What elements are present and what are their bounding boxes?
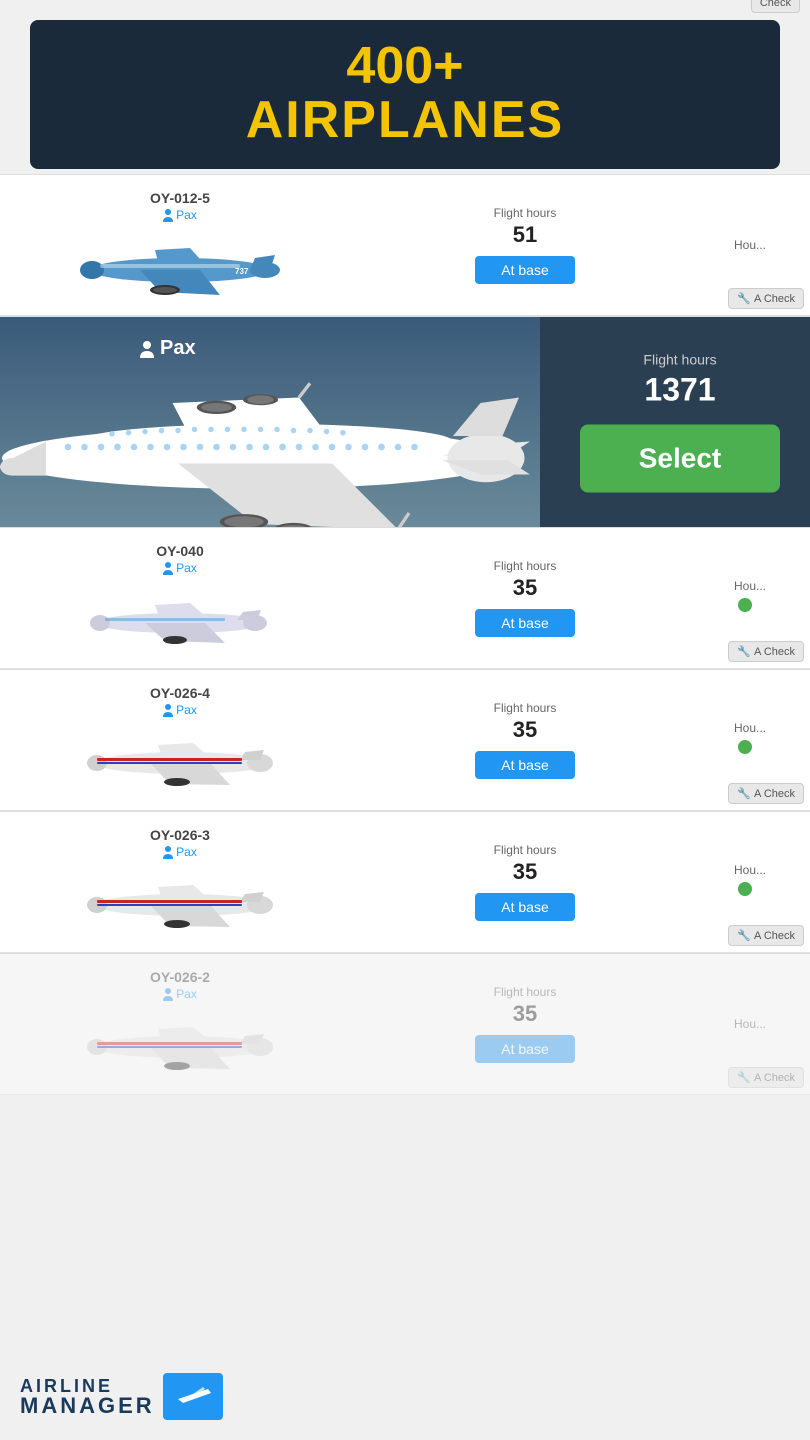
plane-image-2 xyxy=(70,583,290,653)
plane-left-2: OY-040 Pax xyxy=(10,543,350,653)
expanded-right-panel: Flight hours 1371 Select xyxy=(580,352,780,493)
plane-center-1: Flight hours 51 At base xyxy=(350,206,700,284)
flight-hours-value-2: 35 xyxy=(513,575,537,601)
a-check-2[interactable]: 🔧 A Check xyxy=(728,641,804,662)
plane-image-5 xyxy=(70,1009,290,1079)
plane-id-4: OY-026-3 xyxy=(150,827,210,843)
plane-center-3: Flight hours 35 At base xyxy=(350,701,700,779)
plane-center-5: Flight hours 35 At base xyxy=(350,985,700,1063)
expanded-flight-hours-label: Flight hours xyxy=(580,352,780,368)
airline-manager-logo: AIRLINE MANAGER xyxy=(20,1373,223,1420)
green-dot-2 xyxy=(738,598,752,612)
expanded-flight-hours-value: 1371 xyxy=(580,372,780,409)
plane-left-3: OY-026-4 Pax xyxy=(10,685,350,795)
plane-type-1: Pax xyxy=(163,208,197,222)
person-icon-3 xyxy=(163,703,173,717)
plane-row-4[interactable]: OY-026-3 Pax xyxy=(0,812,810,953)
person-icon-1 xyxy=(163,208,173,222)
flight-hours-label-5: Flight hours xyxy=(494,985,557,999)
expanded-plane-svg xyxy=(0,317,540,527)
banner-line1: 400+ xyxy=(60,40,750,92)
flight-hours-value-1: 51 xyxy=(513,222,537,248)
flight-hours-value-5: 35 xyxy=(513,1001,537,1027)
hours-until-5: Hou... xyxy=(700,1017,800,1031)
plane-center-2: Flight hours 35 At base xyxy=(350,559,700,637)
logo-line1: AIRLINE xyxy=(20,1377,155,1395)
green-dot-3 xyxy=(738,740,752,754)
flight-hours-label-4: Flight hours xyxy=(494,843,557,857)
plane-id-1: OY-012-5 xyxy=(150,190,210,206)
a-check-4[interactable]: 🔧 A Check xyxy=(728,925,804,946)
plane-expanded[interactable]: Pax Flight hours 1371 Select xyxy=(0,317,810,527)
a-check-1[interactable]: 🔧 A Check xyxy=(728,288,804,309)
banner: 400+ AIRPLANES xyxy=(30,20,780,169)
plane-type-2: Pax xyxy=(163,561,197,575)
flight-hours-value-4: 35 xyxy=(513,859,537,885)
plane-center-4: Flight hours 35 At base xyxy=(350,843,700,921)
flight-hours-label-1: Flight hours xyxy=(494,206,557,220)
hours-until-1: Hou... xyxy=(700,238,800,252)
plane-row-5[interactable]: OY-026-2 Pax xyxy=(0,954,810,1095)
person-icon-2 xyxy=(163,561,173,575)
svg-text:737: 737 xyxy=(235,267,249,276)
person-icon-4 xyxy=(163,845,173,859)
plane-image-1: 737 xyxy=(70,230,290,300)
plane-row-2[interactable]: OY-040 Pax xyxy=(0,528,810,669)
expanded-pax-label: Pax xyxy=(140,337,196,360)
at-base-btn-5[interactable]: At base xyxy=(475,1035,575,1063)
logo-line2: MANAGER xyxy=(20,1395,155,1417)
plane-left-4: OY-026-3 Pax xyxy=(10,827,350,937)
logo-text: AIRLINE MANAGER xyxy=(20,1377,155,1417)
flight-hours-label-3: Flight hours xyxy=(494,701,557,715)
at-base-btn-3[interactable]: At base xyxy=(475,751,575,779)
a-check-3[interactable]: 🔧 A Check xyxy=(728,783,804,804)
plane-type-3: Pax xyxy=(163,703,197,717)
logo-plane-icon xyxy=(163,1373,223,1420)
plane-type-4: Pax xyxy=(163,845,197,859)
plane-id-2: OY-040 xyxy=(156,543,203,559)
hours-until-4: Hou... xyxy=(700,863,800,901)
flight-hours-label-2: Flight hours xyxy=(494,559,557,573)
plane-row-1[interactable]: OY-012-5 Pax xyxy=(0,175,810,316)
at-base-btn-2[interactable]: At base xyxy=(475,609,575,637)
plane-row-3[interactable]: OY-026-4 Pax xyxy=(0,670,810,811)
select-button[interactable]: Select xyxy=(580,425,780,493)
plane-id-3: OY-026-4 xyxy=(150,685,210,701)
plane-id-5: OY-026-2 xyxy=(150,969,210,985)
at-base-btn-1[interactable]: At base xyxy=(475,256,575,284)
plane-image-3 xyxy=(70,725,290,795)
plane-type-5: Pax xyxy=(163,987,197,1001)
person-icon-expanded xyxy=(140,340,154,358)
plane-left-1: OY-012-5 Pax xyxy=(10,190,350,300)
person-icon-5 xyxy=(163,987,173,1001)
flight-hours-value-3: 35 xyxy=(513,717,537,743)
plane-left-5: OY-026-2 Pax xyxy=(10,969,350,1079)
green-dot-4 xyxy=(738,882,752,896)
at-base-btn-4[interactable]: At base xyxy=(475,893,575,921)
plane-image-4 xyxy=(70,867,290,937)
banner-line2: AIRPLANES xyxy=(60,92,750,149)
hours-until-3: Hou... xyxy=(700,721,800,759)
hours-until-2: Hou... xyxy=(700,579,800,617)
a-check-5[interactable]: 🔧 A Check xyxy=(728,1067,804,1088)
